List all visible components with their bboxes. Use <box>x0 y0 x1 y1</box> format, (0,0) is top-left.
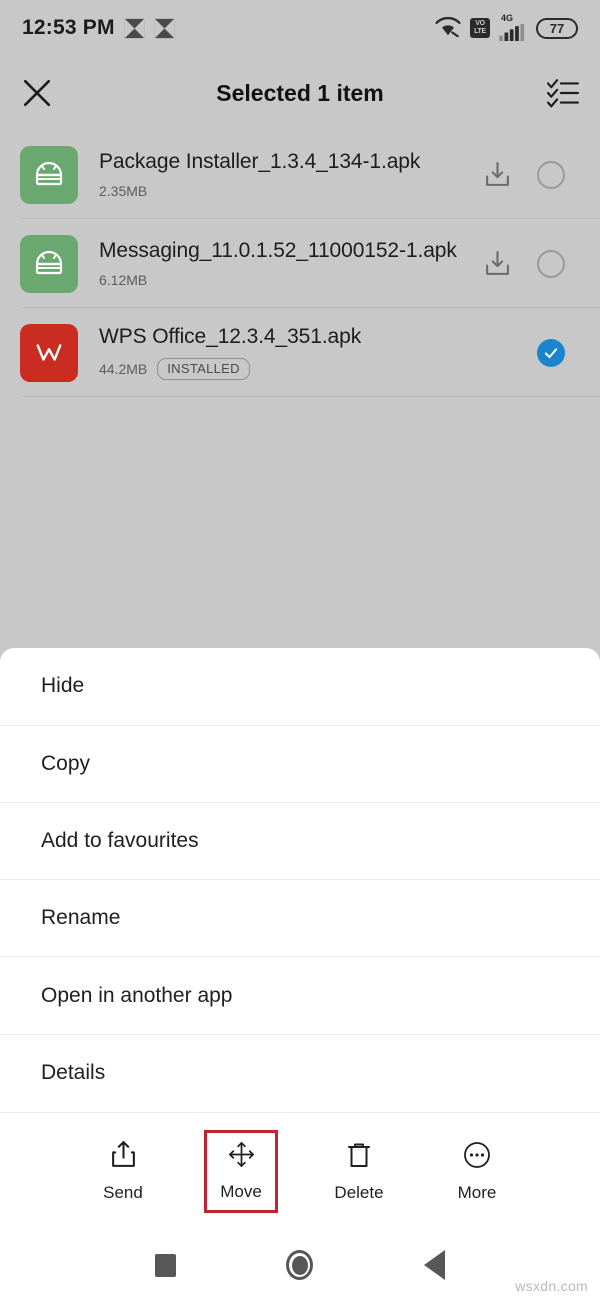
more-label: More <box>457 1182 497 1202</box>
more-button[interactable]: More <box>440 1130 514 1214</box>
file-info: WPS Office_12.3.4_351.apk 44.2MB INSTALL… <box>78 325 470 380</box>
app-bar: Selected 1 item <box>0 56 600 130</box>
menu-item-details[interactable]: Details <box>0 1035 600 1112</box>
file-name: Messaging_11.0.1.52_11000152-1.apk <box>99 239 457 262</box>
checkbox-unchecked-icon <box>537 160 565 189</box>
download-icon[interactable] <box>470 250 524 277</box>
recents-square-icon[interactable] <box>155 1253 177 1277</box>
file-subline: 2.35MB <box>99 183 470 199</box>
context-menu-sheet: Hide Copy Add to favourites Rename Open … <box>0 648 600 1112</box>
delete-button[interactable]: Delete <box>322 1130 396 1214</box>
app-glyph-icon <box>124 18 145 39</box>
close-icon[interactable] <box>0 56 74 130</box>
menu-item-add-to-favourites[interactable]: Add to favourites <box>0 803 600 881</box>
signal-bars-icon: 4G <box>499 13 527 41</box>
send-button[interactable]: Send <box>86 1129 160 1214</box>
share-upload-icon <box>110 1140 137 1174</box>
file-subline: 6.12MB <box>99 272 470 288</box>
watermark: wsxdn.com <box>515 1278 588 1294</box>
delete-label: Delete <box>334 1182 384 1202</box>
menu-item-copy[interactable]: Copy <box>0 726 600 803</box>
move-button[interactable]: Move <box>204 1130 278 1213</box>
status-clock: 12:53 PM <box>22 16 115 39</box>
file-info: Package Installer_1.3.4_134-1.apk 2.35MB <box>78 150 470 199</box>
menu-item-rename[interactable]: Rename <box>0 880 600 958</box>
file-name: Package Installer_1.3.4_134-1.apk <box>99 150 421 173</box>
file-size: 6.12MB <box>99 272 148 288</box>
wifi-icon <box>435 15 461 42</box>
home-circle-icon[interactable] <box>286 1250 314 1280</box>
row-checkbox[interactable] <box>524 338 578 367</box>
row-checkbox[interactable] <box>524 160 578 189</box>
file-info: Messaging_11.0.1.52_11000152-1.apk 6.12M… <box>78 239 470 288</box>
wps-office-icon <box>20 323 78 382</box>
file-subline: 44.2MB INSTALLED <box>99 358 470 380</box>
list-item[interactable]: Package Installer_1.3.4_134-1.apk 2.35MB <box>0 130 600 219</box>
download-icon[interactable] <box>470 161 524 188</box>
android-nav-bar <box>0 1230 600 1300</box>
checkbox-checked-icon <box>537 338 565 367</box>
status-bar-left: 12:53 PM <box>22 16 175 40</box>
file-size: 2.35MB <box>99 183 148 199</box>
select-all-checklist-icon[interactable] <box>526 56 600 130</box>
list-item[interactable]: WPS Office_12.3.4_351.apk 44.2MB INSTALL… <box>0 308 600 397</box>
page-title: Selected 1 item <box>216 79 384 106</box>
app-glyph-icon <box>154 18 175 39</box>
menu-item-open-in-another-app[interactable]: Open in another app <box>0 957 600 1035</box>
apk-android-icon <box>20 234 78 293</box>
status-badge: INSTALLED <box>157 358 250 380</box>
status-bar-right: VO LTE 4G 77 <box>435 13 578 42</box>
status-bar: 12:53 PM VO LTE 4G 77 <box>0 0 600 56</box>
checkbox-unchecked-icon <box>537 249 565 278</box>
list-item[interactable]: Messaging_11.0.1.52_11000152-1.apk 6.12M… <box>0 219 600 308</box>
file-name: WPS Office_12.3.4_351.apk <box>99 325 362 348</box>
row-checkbox[interactable] <box>524 249 578 278</box>
action-bar: Send Move Delete More <box>0 1112 600 1230</box>
menu-item-hide[interactable]: Hide <box>0 648 600 726</box>
back-triangle-icon[interactable] <box>423 1250 445 1280</box>
apk-android-icon <box>20 145 78 204</box>
phone-screen: 12:53 PM VO LTE 4G 77 Selected 1 item Pa… <box>0 0 600 1300</box>
file-size: 44.2MB <box>99 361 148 377</box>
file-list: Package Installer_1.3.4_134-1.apk 2.35MB <box>0 130 600 397</box>
battery-indicator: 77 <box>536 17 578 39</box>
send-label: Send <box>103 1183 143 1202</box>
volte-icon: VO LTE <box>470 18 490 38</box>
trash-icon <box>346 1141 372 1174</box>
more-dots-circle-icon <box>463 1141 491 1174</box>
move-label: Move <box>220 1182 262 1201</box>
move-arrows-icon <box>228 1141 255 1173</box>
